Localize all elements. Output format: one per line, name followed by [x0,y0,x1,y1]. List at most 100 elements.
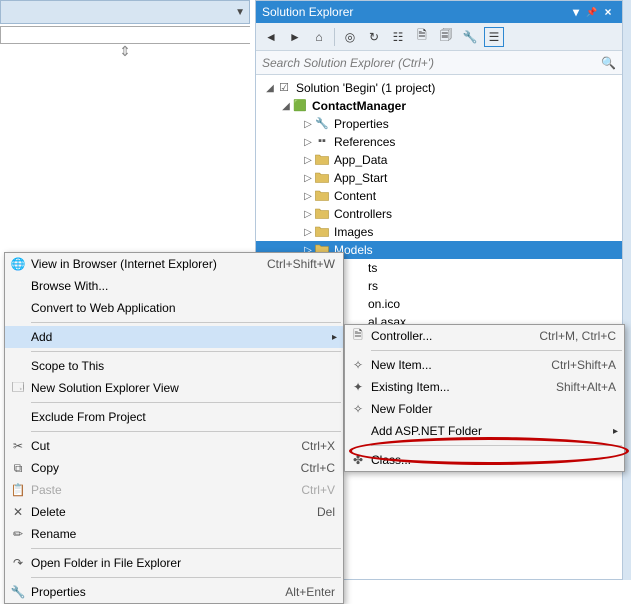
left-empty-box [0,26,250,44]
menu-icon: ✕ [5,505,31,519]
menu-shortcut: Ctrl+Shift+A [551,358,624,372]
menu-label: New Solution Explorer View [31,381,343,395]
menu-label: Browse With... [31,279,343,293]
search-icon: 🔍 [601,56,616,70]
menu-shortcut: Ctrl+X [301,439,343,453]
menu-icon: ✤ [345,453,371,467]
menu-label: Copy [31,461,301,475]
toolbar: ◄ ► ⌂ ◎ ↻ ☷ 🗎 🗐 🔧 ☰ [256,23,622,51]
collapse-icon[interactable]: ☷ [389,28,407,46]
tree-item[interactable]: ▷App_Start [256,169,622,187]
menu-icon: 🌐 [5,257,31,271]
right-rail [623,0,631,580]
menu-label: New Folder [371,402,624,416]
tree-item[interactable]: ▷▪▪References [256,133,622,151]
menu-item[interactable]: 🗔New Solution Explorer View [5,377,343,399]
menu-item[interactable]: ✦Existing Item...Shift+Alt+A [345,376,624,398]
menu-separator [31,322,341,323]
menu-label: Add ASP.NET Folder [371,424,624,438]
menu-item[interactable]: Add ASP.NET Folder [345,420,624,442]
close-icon[interactable]: × [600,5,616,19]
panel-titlebar: Solution Explorer ▾ 📌 × [256,1,622,23]
wrench-icon[interactable]: 🔧 [461,28,479,46]
solution-node[interactable]: ◢☑Solution 'Begin' (1 project) [256,79,622,97]
menu-icon: ✧ [345,402,371,416]
menu-separator [371,350,622,351]
menu-item[interactable]: ✕DeleteDel [5,501,343,523]
refresh-icon[interactable]: ↻ [365,28,383,46]
menu-label: Rename [31,527,343,541]
menu-label: Scope to This [31,359,343,373]
tree-item[interactable]: ▷App_Data [256,151,622,169]
menu-label: Existing Item... [371,380,556,394]
menu-icon: ⧉ [5,461,31,476]
menu-item[interactable]: Convert to Web Application [5,297,343,319]
menu-item[interactable]: ✏Rename [5,523,343,545]
forward-icon[interactable]: ► [286,28,304,46]
menu-item[interactable]: ⧉CopyCtrl+C [5,457,343,479]
separator [334,28,335,46]
menu-item[interactable]: Add [5,326,343,348]
menu-shortcut: Alt+Enter [285,585,343,599]
menu-item[interactable]: 🔧PropertiesAlt+Enter [5,581,343,603]
menu-shortcut: Ctrl+C [301,461,343,475]
menu-label: Add [31,330,343,344]
tree-item[interactable]: ▷Images [256,223,622,241]
menu-item[interactable]: Exclude From Project [5,406,343,428]
menu-item[interactable]: ✤Class... [345,449,624,471]
panel-title: Solution Explorer [262,5,568,19]
view-icon[interactable]: ☰ [485,28,503,46]
left-panel-header: ▼ [0,0,250,24]
project-node[interactable]: ◢🟩ContactManager [256,97,622,115]
showall-icon[interactable]: 🗎 [413,28,431,46]
menu-icon: 📋 [5,483,31,497]
menu-item[interactable]: ↷Open Folder in File Explorer [5,552,343,574]
properties-icon[interactable]: 🗐 [437,28,455,46]
pin-icon[interactable]: 📌 [584,7,600,18]
search-box[interactable]: Search Solution Explorer (Ctrl+') 🔍 [256,51,622,75]
menu-item[interactable]: 🌐View in Browser (Internet Explorer)Ctrl… [5,253,343,275]
menu-label: Exclude From Project [31,410,343,424]
menu-icon: 🗔 [5,378,31,399]
menu-separator [31,577,341,578]
menu-separator [31,351,341,352]
dropdown-icon[interactable]: ▼ [235,7,245,18]
tree-item[interactable]: ▷Controllers [256,205,622,223]
menu-label: Cut [31,439,301,453]
menu-icon: 🗎 [345,326,371,347]
menu-item[interactable]: Scope to This [5,355,343,377]
menu-label: Convert to Web Application [31,301,343,315]
menu-label: View in Browser (Internet Explorer) [31,257,267,271]
context-menu: 🌐View in Browser (Internet Explorer)Ctrl… [4,252,344,604]
menu-shortcut: Ctrl+M, Ctrl+C [539,329,624,343]
menu-label: Controller... [371,329,539,343]
menu-item[interactable]: ✧New Item...Ctrl+Shift+A [345,354,624,376]
menu-label: Open Folder in File Explorer [31,556,343,570]
splitter[interactable]: ⇕ [0,44,250,56]
tree-item[interactable]: ▷🔧Properties [256,115,622,133]
menu-icon: ↷ [5,556,31,570]
menu-item[interactable]: ✧New Folder [345,398,624,420]
menu-icon: ✏ [5,527,31,541]
menu-label: Class... [371,453,624,467]
menu-item[interactable]: 🗎Controller...Ctrl+M, Ctrl+C [345,325,624,347]
menu-icon: ✦ [345,380,371,394]
left-panel: ▼ ⇕ [0,0,250,70]
menu-icon: ✂ [5,439,31,453]
home-icon[interactable]: ⌂ [310,28,328,46]
scope-icon[interactable]: ◎ [341,28,359,46]
tree-item[interactable]: ▷Content [256,187,622,205]
panel-menu-icon[interactable]: ▾ [568,5,584,19]
back-icon[interactable]: ◄ [262,28,280,46]
menu-icon: ✧ [345,358,371,372]
menu-separator [31,431,341,432]
menu-item[interactable]: 📋PasteCtrl+V [5,479,343,501]
menu-item[interactable]: Browse With... [5,275,343,297]
menu-label: Paste [31,483,301,497]
menu-label: Properties [31,585,285,599]
menu-label: New Item... [371,358,551,372]
menu-shortcut: Del [317,505,343,519]
menu-item[interactable]: ✂CutCtrl+X [5,435,343,457]
menu-shortcut: Shift+Alt+A [556,380,624,394]
menu-shortcut: Ctrl+Shift+W [267,257,343,271]
